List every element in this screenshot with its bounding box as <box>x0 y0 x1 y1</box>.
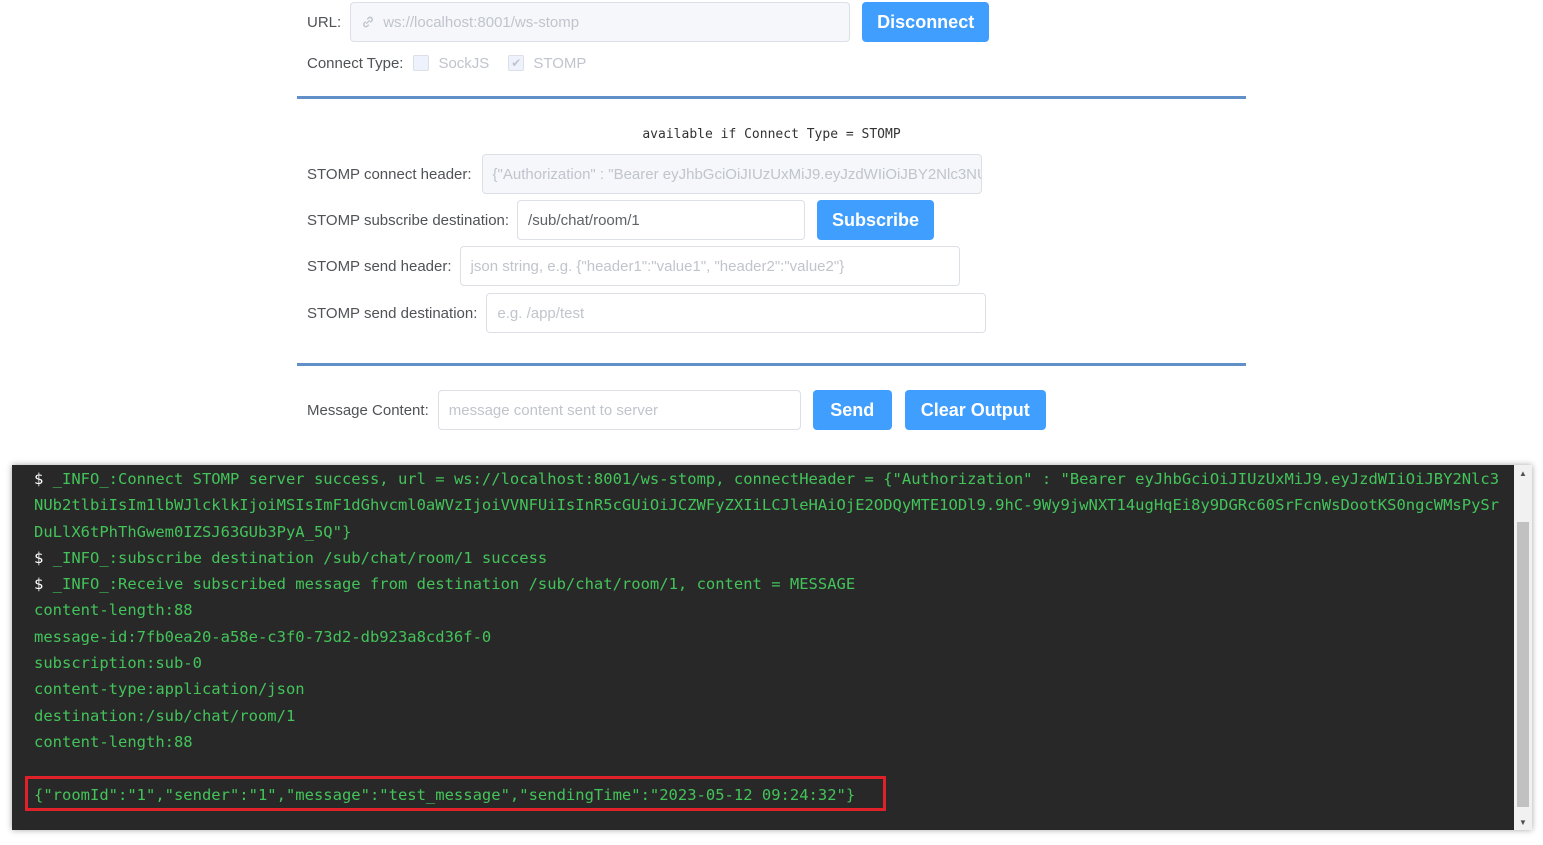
console-line: message-id:7fb0ea20-a58e-c3f0-73d2-db923… <box>34 624 1504 650</box>
console-line-text: content-type:application/json <box>34 680 305 699</box>
stomp-connect-header-input[interactable]: {"Authorization" : "Bearer eyJhbGciOiJIU… <box>481 154 982 194</box>
console-line: $ _INFO_:subscribe destination /sub/chat… <box>34 545 1504 571</box>
console-line-text: _INFO_:Receive subscribed message from d… <box>52 575 856 594</box>
subscribe-button[interactable]: Subscribe <box>817 200 935 240</box>
stomp-send-header-row: STOMP send header: json string, e.g. {"h… <box>307 246 960 286</box>
stomp-subscribe-label: STOMP subscribe destination: <box>307 211 510 229</box>
console-line: content-length:88 <box>34 597 1504 623</box>
console-line: content-length:88 <box>34 729 1504 755</box>
sockjs-checkbox[interactable] <box>413 55 430 71</box>
stomp-subscribe-value: /sub/chat/room/1 <box>528 211 640 229</box>
sockjs-label: SockJS <box>438 54 490 72</box>
stomp-send-destination-input[interactable]: e.g. /app/test <box>486 293 987 333</box>
stomp-subscribe-row: STOMP subscribe destination: /sub/chat/r… <box>307 200 935 240</box>
send-button[interactable]: Send <box>812 390 892 430</box>
console-line-text: _INFO_:subscribe destination /sub/chat/r… <box>52 548 548 567</box>
stomp-availability-note: available if Connect Type = STOMP <box>642 127 901 142</box>
console-line: $ _INFO_:Receive subscribed message from… <box>34 571 1504 597</box>
url-input[interactable]: ws://localhost:8001/ws-stomp <box>350 2 851 42</box>
message-content-input[interactable]: message content sent to server <box>437 390 801 430</box>
console-line-text: subscription:sub-0 <box>34 654 202 673</box>
check-icon: ✔ <box>511 56 522 70</box>
stomp-connect-header-row: STOMP connect header: {"Authorization" :… <box>307 154 982 194</box>
stomp-subscribe-input[interactable]: /sub/chat/room/1 <box>517 200 806 240</box>
highlight-box <box>25 776 886 811</box>
console-line: content-type:application/json <box>34 676 1504 702</box>
scroll-down-icon[interactable]: ▼ <box>1514 814 1532 830</box>
console-line-text: message-id:7fb0ea20-a58e-c3f0-73d2-db923… <box>34 627 492 646</box>
url-label: URL: <box>307 13 342 31</box>
output-console[interactable]: $ _INFO_:Connect STOMP server success, u… <box>12 465 1532 830</box>
stomp-send-header-input[interactable]: json string, e.g. {"header1":"value1", "… <box>459 246 960 286</box>
console-line-text: destination:/sub/chat/room/1 <box>34 706 296 725</box>
stomp-label: STOMP <box>533 54 587 72</box>
clear-output-button[interactable]: Clear Output <box>904 390 1046 430</box>
stomp-option[interactable]: ✔ STOMP <box>508 55 586 72</box>
stomp-connect-header-value: {"Authorization" : "Bearer eyJhbGciOiJIU… <box>492 165 981 183</box>
console-line-text: content-length:88 <box>34 601 193 620</box>
websocket-client-page: URL: ws://localhost:8001/ws-stomp Discon… <box>0 0 1543 845</box>
link-icon <box>361 15 375 29</box>
disconnect-button[interactable]: Disconnect <box>862 2 990 42</box>
stomp-send-destination-row: STOMP send destination: e.g. /app/test <box>307 293 987 333</box>
console-line-text: content-length:88 <box>34 732 193 751</box>
section-divider-bottom <box>297 363 1246 366</box>
sockjs-option[interactable]: SockJS <box>413 55 489 72</box>
message-content-label: Message Content: <box>307 401 429 419</box>
message-row: Message Content: message content sent to… <box>307 390 1046 430</box>
stomp-send-destination-placeholder: e.g. /app/test <box>497 304 585 322</box>
stomp-checkbox[interactable]: ✔ <box>508 55 525 71</box>
console-line: destination:/sub/chat/room/1 <box>34 703 1504 729</box>
scroll-up-icon[interactable]: ▲ <box>1514 465 1532 481</box>
connect-type-label: Connect Type: <box>307 54 404 72</box>
console-line-text: _INFO_:Connect STOMP server success, url… <box>34 470 1500 541</box>
section-divider-top <box>297 96 1246 99</box>
scroll-thumb[interactable] <box>1517 522 1529 807</box>
console-scrollbar[interactable]: ▲ ▼ <box>1514 465 1532 830</box>
stomp-send-destination-label: STOMP send destination: <box>307 304 478 322</box>
stomp-send-header-label: STOMP send header: <box>307 257 452 275</box>
console-prompt: $ <box>34 470 53 488</box>
console-prompt: $ <box>34 575 53 594</box>
url-row: URL: ws://localhost:8001/ws-stomp Discon… <box>307 2 990 42</box>
message-content-placeholder: message content sent to server <box>448 401 659 419</box>
connect-type-row: Connect Type: SockJS ✔ STOMP <box>307 52 586 74</box>
stomp-connect-header-label: STOMP connect header: <box>307 165 472 183</box>
console-line: $ _INFO_:Connect STOMP server success, u… <box>34 466 1504 545</box>
url-value: ws://localhost:8001/ws-stomp <box>383 13 580 31</box>
console-log: $ _INFO_:Connect STOMP server success, u… <box>34 466 1504 808</box>
stomp-send-header-placeholder: json string, e.g. {"header1":"value1", "… <box>470 257 845 275</box>
console-line: subscription:sub-0 <box>34 650 1504 676</box>
console-prompt: $ <box>34 548 53 567</box>
